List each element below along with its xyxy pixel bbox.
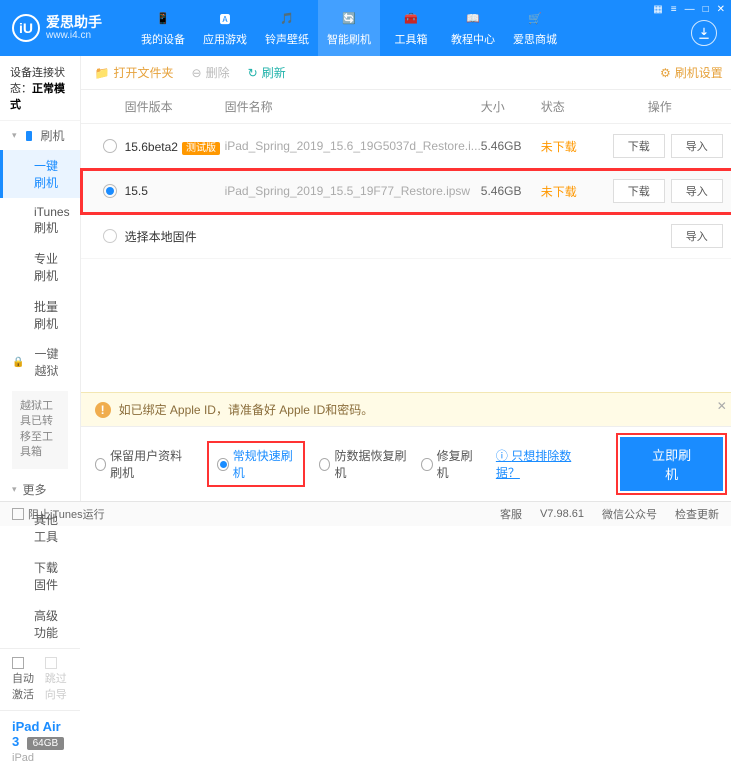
table-header: 固件版本 固件名称 大小 状态 操作 [81,90,731,124]
nav-3[interactable]: 🔄智能刷机 [318,0,380,56]
app-name: 爱思助手 [46,15,102,30]
check-update-link[interactable]: 检查更新 [675,506,719,522]
sidebar-item-3[interactable]: 批量刷机 [0,291,80,339]
customer-service-link[interactable]: 客服 [500,506,522,522]
close-icon[interactable]: ✕ [717,4,725,15]
device-card[interactable]: iPad Air 3 64GB iPad [0,710,80,772]
logo-icon: iU [12,14,40,42]
col-name: 固件名称 [225,98,481,115]
nav-6[interactable]: 🛒爱思商城 [504,0,566,56]
nav-1[interactable]: 🅰应用游戏 [194,0,256,56]
nav-2[interactable]: 🎵铃声壁纸 [256,0,318,56]
sidebar-item-1[interactable]: iTunes刷机 [0,198,80,243]
download-circle-icon[interactable] [691,20,717,46]
col-size: 大小 [481,98,541,115]
wechat-link[interactable]: 微信公众号 [602,506,657,522]
flash-settings-button[interactable]: ⚙ 刷机设置 [660,64,723,81]
mode-option-2[interactable]: 防数据恢复刷机 [319,447,407,481]
local-firmware-radio[interactable] [95,229,125,243]
firmware-radio[interactable] [95,139,125,153]
download-button[interactable]: 下载 [613,179,665,203]
sidebar: 设备连接状态：正常模式 刷机 一键刷机iTunes刷机专业刷机批量刷机 一键越狱… [0,56,81,501]
activation-options: 自动激活 跳过向导 [0,648,80,710]
erase-data-link[interactable]: 只想排除数据？ [496,447,585,481]
nav-icon: 📱 [154,10,172,28]
top-nav: 📱我的设备🅰应用游戏🎵铃声壁纸🔄智能刷机🧰工具箱📖教程中心🛒爱思商城 [132,0,566,56]
import-local-button[interactable]: 导入 [671,224,723,248]
section-more[interactable]: 更多 [0,475,80,504]
device-type: iPad [12,752,68,764]
delete-button[interactable]: ⊖ 删除 [192,64,230,81]
minimize-icon[interactable]: — [685,4,695,15]
mode-option-3[interactable]: 修复刷机 [421,447,478,481]
device-status: 设备连接状态：正常模式 [0,56,80,121]
titlebar: iU 爱思助手 www.i4.cn 📱我的设备🅰应用游戏🎵铃声壁纸🔄智能刷机🧰工… [0,0,731,56]
local-firmware-row: 选择本地固件 导入 [81,214,731,259]
sidebar-item-0[interactable]: 一键刷机 [0,150,80,198]
firmware-filename: iPad_Spring_2019_15.5_19F77_Restore.ipsw [225,184,481,198]
firmware-version: 15.5 [125,184,225,198]
firmware-radio[interactable] [95,184,125,198]
nav-icon: 🅰 [216,10,234,28]
version-label: V7.98.61 [540,508,584,520]
col-version: 固件版本 [125,98,225,115]
import-button[interactable]: 导入 [671,179,723,203]
menu-icon[interactable]: ▦ [653,4,662,15]
notice-close-icon[interactable]: ✕ [717,399,727,413]
jailbreak-note: 越狱工具已转移至工具箱 [12,391,68,469]
skip-guide-checkbox[interactable]: 跳过向导 [45,657,68,702]
download-button[interactable]: 下载 [613,134,665,158]
nav-5[interactable]: 📖教程中心 [442,0,504,56]
refresh-button[interactable]: ↻ 刷新 [248,64,286,81]
firmware-filename: iPad_Spring_2019_15.6_19G5037d_Restore.i… [225,139,481,153]
nav-icon: 🛒 [526,10,544,28]
appleid-notice: ! 如已绑定 Apple ID，请准备好 Apple ID和密码。 ✕ [81,392,731,426]
mode-option-1[interactable]: 常规快速刷机 [207,441,305,487]
col-ops: 操作 [597,98,723,115]
local-firmware-label: 选择本地固件 [125,228,597,245]
firmware-status: 未下载 [541,183,597,200]
flash-modes: 保留用户资料刷机常规快速刷机防数据恢复刷机修复刷机 只想排除数据？ 立即刷机 [81,426,731,501]
firmware-size: 5.46GB [481,184,541,198]
block-itunes-checkbox[interactable]: 阻止iTunes运行 [12,506,105,522]
nav-icon: 🔄 [340,10,358,28]
maximize-icon[interactable]: □ [703,4,709,15]
sidebar-more-2[interactable]: 高级功能 [0,600,80,648]
sidebar-item-2[interactable]: 专业刷机 [0,243,80,291]
window-controls: ▦ ≡ — □ ✕ [653,4,725,15]
app-url: www.i4.cn [46,30,102,41]
nav-4[interactable]: 🧰工具箱 [380,0,442,56]
warning-icon: ! [95,402,111,418]
app-logo: iU 爱思助手 www.i4.cn [12,14,102,42]
mode-option-0[interactable]: 保留用户资料刷机 [95,447,194,481]
firmware-row: 15.6beta2测试版iPad_Spring_2019_15.6_19G503… [81,124,731,169]
firmware-size: 5.46GB [481,139,541,153]
firmware-row: 15.5iPad_Spring_2019_15.5_19F77_Restore.… [81,169,731,214]
statusbar: 阻止iTunes运行 客服 V7.98.61 微信公众号 检查更新 [0,501,731,526]
device-capacity: 64GB [27,737,65,750]
nav-icon: 🧰 [402,10,420,28]
nav-0[interactable]: 📱我的设备 [132,0,194,56]
col-status: 状态 [541,98,597,115]
section-jailbreak[interactable]: 一键越狱 [0,339,80,385]
sidebar-more-1[interactable]: 下载固件 [0,552,80,600]
nav-icon: 🎵 [278,10,296,28]
firmware-status: 未下载 [541,138,597,155]
content: 📁 打开文件夹 ⊖ 删除 ↻ 刷新 ⚙ 刷机设置 固件版本 固件名称 大小 状态… [81,56,731,501]
open-folder-button[interactable]: 📁 打开文件夹 [95,64,174,81]
section-flash[interactable]: 刷机 [0,121,80,150]
import-button[interactable]: 导入 [671,134,723,158]
nav-icon: 📖 [464,10,482,28]
flash-now-button[interactable]: 立即刷机 [620,437,722,491]
auto-activate-checkbox[interactable]: 自动激活 [12,657,35,702]
skin-icon[interactable]: ≡ [671,4,677,15]
firmware-version: 15.6beta2测试版 [125,139,225,154]
toolbar: 📁 打开文件夹 ⊖ 删除 ↻ 刷新 ⚙ 刷机设置 [81,56,731,90]
